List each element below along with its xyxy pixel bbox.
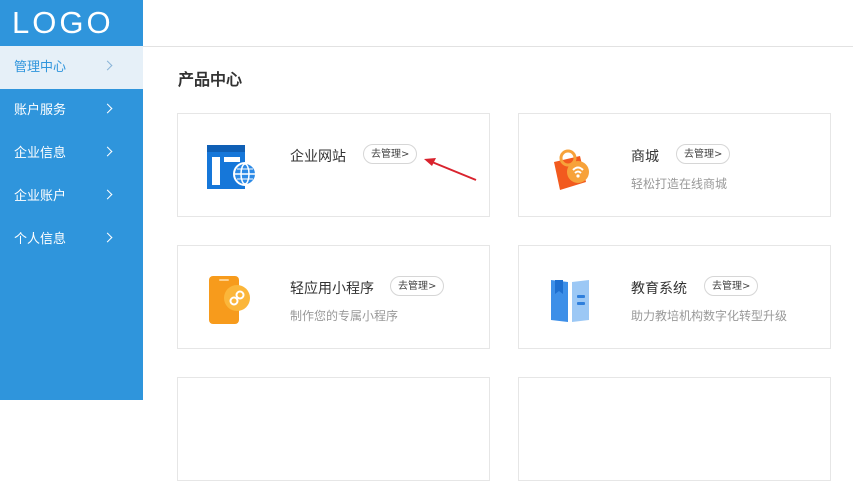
education-book-icon [551,280,589,322]
product-card-education: 教育系统 去管理> 助力教培机构数字化转型升级 [518,245,831,349]
chevron-right-icon [102,232,113,243]
manage-button[interactable]: 去管理> [390,276,445,296]
sidebar-item-label: 账户服务 [14,103,67,118]
sidebar-item-personal-info[interactable]: 个人信息 [0,218,143,261]
top-bar [143,0,853,47]
manage-button[interactable]: 去管理> [676,144,731,164]
sidebar-item-company-info[interactable]: 企业信息 [0,132,143,175]
sidebar-item-account-service[interactable]: 账户服务 [0,89,143,132]
card-title: 教育系统 [631,281,687,297]
sidebar-item-management-center[interactable]: 管理中心 [0,46,143,89]
sidebar-item-label: 企业信息 [14,146,67,161]
product-card-mall: 商城 去管理> 轻松打造在线商城 [518,113,831,217]
card-description: 助力教培机构数字化转型升级 [631,309,788,323]
manage-button[interactable]: 去管理> [363,144,418,164]
product-card-partial [177,377,490,481]
section-title: 产品中心 [178,70,243,89]
chevron-right-icon [102,60,113,71]
sidebar-item-company-account[interactable]: 企业账户 [0,175,143,218]
chevron-right-icon [102,103,113,114]
sidebar-item-label: 个人信息 [14,232,67,247]
card-title: 商城 [631,149,659,165]
sidebar: LOGO 管理中心 账户服务 企业信息 企业账户 个人信息 [0,0,143,400]
website-icon [207,145,257,189]
sidebar-item-label: 企业账户 [14,189,67,204]
shopping-bag-icon [554,149,589,190]
card-description: 制作您的专属小程序 [290,309,399,323]
mini-program-icon [209,276,250,324]
chevron-right-icon [102,146,113,157]
product-card-mini-program: 轻应用小程序 去管理> 制作您的专属小程序 [177,245,490,349]
card-description: 轻松打造在线商城 [631,177,728,191]
chevron-right-icon [102,189,113,200]
sidebar-nav: 管理中心 账户服务 企业信息 企业账户 个人信息 [0,46,143,261]
card-title: 企业网站 [290,149,346,165]
sidebar-item-label: 管理中心 [14,60,67,75]
manage-button[interactable]: 去管理> [704,276,759,296]
product-card-website: 企业网站 去管理> [177,113,490,217]
product-card-partial [518,377,831,481]
card-title: 轻应用小程序 [290,281,374,297]
logo: LOGO [12,5,114,40]
